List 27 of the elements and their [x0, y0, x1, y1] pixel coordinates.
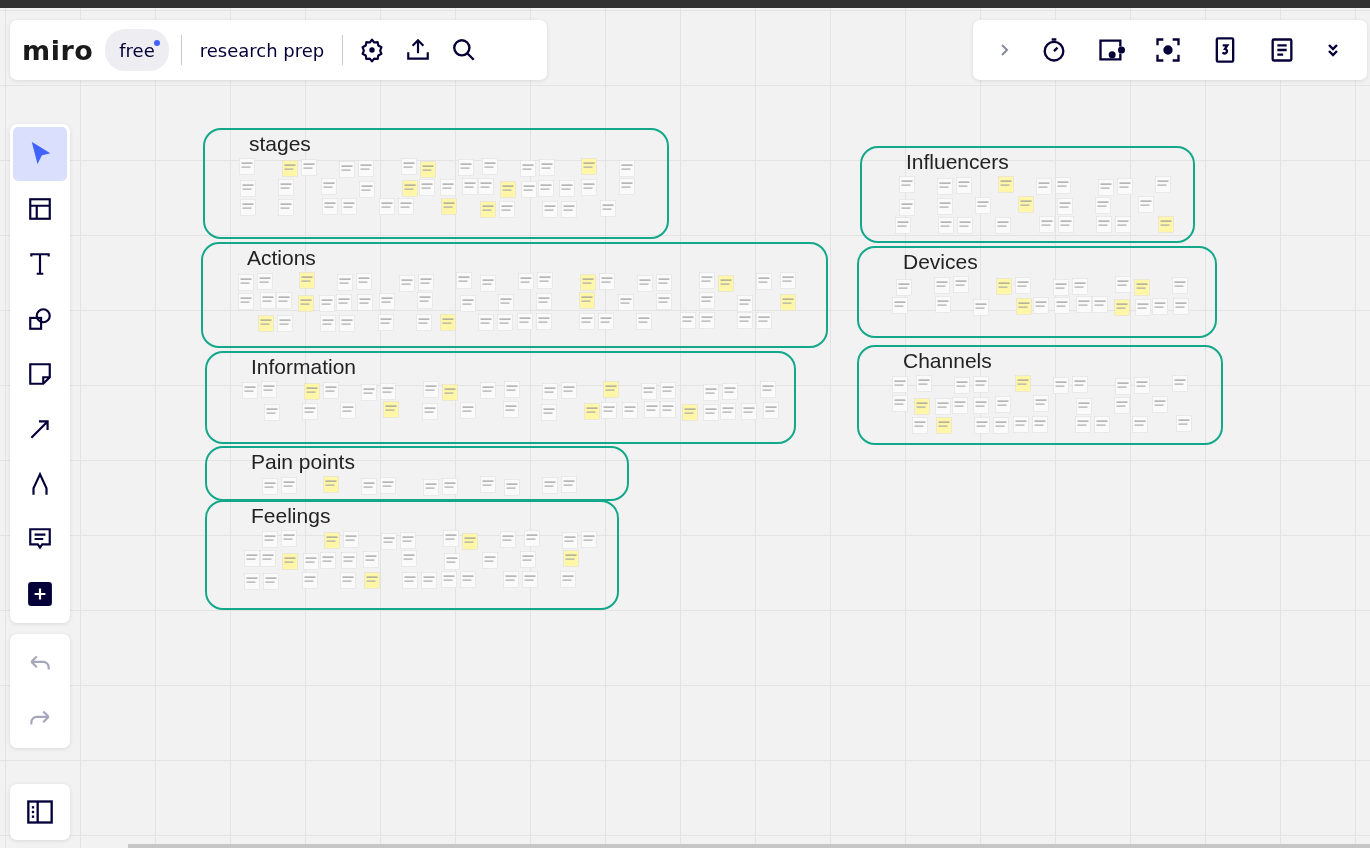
layout-icon	[27, 195, 53, 222]
shapes-icon	[27, 305, 53, 332]
text-icon	[27, 250, 53, 277]
frame-title: Devices	[903, 250, 978, 274]
frame-title: Channels	[903, 349, 992, 373]
frame[interactable]: Information	[205, 351, 796, 444]
plus-icon	[27, 580, 53, 607]
frame-title: Actions	[247, 246, 316, 270]
frame-title: stages	[249, 132, 311, 156]
scrollbar[interactable]	[128, 844, 1370, 848]
frame[interactable]: Influencers	[860, 146, 1195, 243]
logo[interactable]: miro	[22, 34, 94, 66]
comment-icon	[27, 525, 53, 552]
frame[interactable]: Actions	[201, 242, 828, 348]
select-tool[interactable]	[13, 126, 67, 181]
frame-title: Feelings	[251, 504, 331, 528]
frame[interactable]: Pain points	[205, 446, 629, 501]
frame-title: Influencers	[906, 150, 1009, 174]
frame-title: Information	[251, 355, 357, 379]
frame[interactable]: stages	[203, 128, 669, 239]
frame[interactable]: Channels	[857, 345, 1223, 445]
frame-title: Pain points	[251, 450, 355, 474]
frame[interactable]: Devices	[857, 246, 1217, 338]
frame[interactable]: Feelings	[205, 500, 619, 610]
plan-badge[interactable]: free	[105, 29, 169, 71]
sticky-note-icon	[27, 360, 53, 387]
board-name[interactable]: research prep	[193, 39, 331, 61]
